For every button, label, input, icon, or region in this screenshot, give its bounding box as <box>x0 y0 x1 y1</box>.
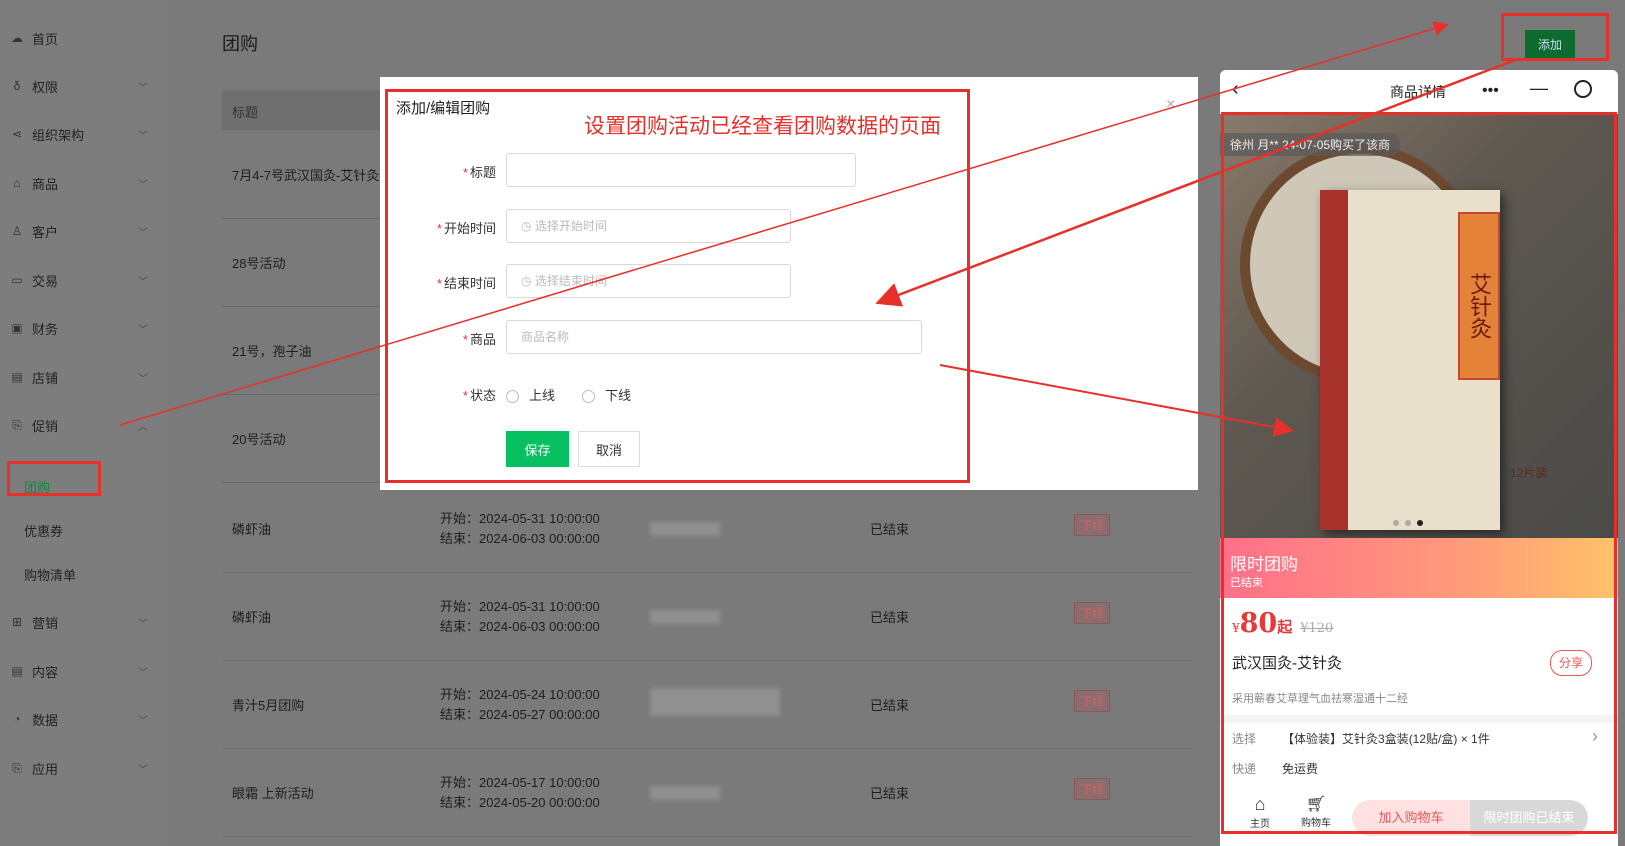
nav-app[interactable]: ⎘ 应用 ﹀ <box>10 758 148 778</box>
nav-content[interactable]: ▤ 内容 ﹀ <box>10 661 148 681</box>
close-icon[interactable]: × <box>1166 96 1175 114</box>
status-badge[interactable]: 下线 <box>1074 778 1110 800</box>
status-badge[interactable]: 下线 <box>1074 690 1110 712</box>
nav-product[interactable]: ⌂ 商品 ﹀ <box>10 173 148 193</box>
chevron-down-icon: ﹀ <box>138 130 148 142</box>
chevron-up-icon: ︿ <box>138 421 148 433</box>
app-icon: ⎘ <box>12 761 22 775</box>
nav-finance[interactable]: ▣ 财务 ﹀ <box>10 318 148 338</box>
folder-icon: ▭ <box>11 273 23 287</box>
phone-title: 商品详情 <box>1390 84 1446 100</box>
row-state: 已结束 <box>870 786 910 801</box>
sidebar: ☁ 首页 δ 权限 ﹀ ⋖ 组织架构 ﹀ ⌂ 商品 ﹀ ♙ 客户 ﹀ ▭ 交易 ﹀ ▣ 财务 ﹀ ▤ 店铺 ﹀… <box>0 0 168 846</box>
chevron-down-icon: ﹀ <box>138 373 148 385</box>
wallet-icon: ▣ <box>11 321 23 335</box>
clock-icon: ◷ <box>521 219 535 233</box>
product-input[interactable]: 商品名称 <box>506 320 922 354</box>
nav-org[interactable]: ⋖ 组织架构 ﹀ <box>10 124 148 144</box>
row-time: 开始：2024-05-31 10:00:00 结束：2024-06-03 00:0… <box>440 511 600 546</box>
mini-program-capsule[interactable]: ••• — <box>1482 78 1610 108</box>
chevron-down-icon: ﹀ <box>138 715 148 727</box>
nav-customer[interactable]: ♙ 客户 ﹀ <box>10 221 148 241</box>
back-icon[interactable]: ‹ <box>1232 78 1239 101</box>
chevron-down-icon: ﹀ <box>138 618 148 630</box>
row-state: 已结束 <box>870 522 910 537</box>
row-title: 磷虾油 <box>232 522 272 537</box>
row-title: 青汁5月团购 <box>232 698 305 713</box>
doc-icon: ▤ <box>11 664 23 678</box>
blurred-data <box>650 688 780 716</box>
title-label: * 标题 <box>462 165 496 180</box>
chevron-down-icon: ﹀ <box>138 667 148 679</box>
bag-icon: ⌂ <box>13 176 21 190</box>
cancel-button[interactable]: 取消 <box>578 431 640 467</box>
row-time: 开始：2024-05-31 10:00:00 结束：2024-06-03 00:0… <box>440 599 600 634</box>
chevron-down-icon: ﹀ <box>138 82 148 94</box>
row-state: 已结束 <box>870 610 910 625</box>
chevron-down-icon: ﹀ <box>138 227 148 239</box>
end-time-picker[interactable]: ◷ 选择结束时间 <box>506 264 791 298</box>
annotation-frame-phone <box>1221 112 1617 834</box>
row-title: 眼霜 上新活动 <box>232 786 314 801</box>
sub-coupon[interactable]: 优惠券 <box>24 521 63 540</box>
row-time: 开始：2024-05-24 10:00:00 结束：2024-05-27 00:0… <box>440 687 600 722</box>
store-icon: ▤ <box>11 370 23 384</box>
page-title: 团购 <box>222 34 258 54</box>
annotation-frame-groupbuy <box>7 461 101 496</box>
blurred-data <box>650 522 720 536</box>
start-time-label: * 开始时间 <box>436 221 496 236</box>
nav-promotion[interactable]: ⎘ 促销 ︿ <box>10 415 148 435</box>
blurred-data <box>650 610 720 624</box>
share-icon: ⋖ <box>11 127 23 141</box>
end-time-label: * 结束时间 <box>436 276 496 291</box>
blurred-data <box>650 786 720 800</box>
row-title: 7月4-7号武汉国灸-艾针灸 <box>232 168 380 183</box>
column-title-header: 标题 <box>232 105 259 120</box>
lock-icon: δ <box>13 79 21 93</box>
title-input[interactable] <box>506 153 856 187</box>
nav-store[interactable]: ▤ 店铺 ﹀ <box>10 367 148 387</box>
table-row[interactable]: 磷虾油 开始：2024-05-31 10:00:00 结束：2024-06-03 … <box>222 484 1192 573</box>
nav-permission[interactable]: δ 权限 ﹀ <box>10 76 148 96</box>
table-row[interactable]: 眼霜 上新活动 开始：2024-05-17 10:00:00 结束：2024-05… <box>222 748 1192 837</box>
product-label: * 商品 <box>462 332 496 347</box>
nav-marketing[interactable]: ⊞ 营销 ﹀ <box>10 612 148 632</box>
status-badge[interactable]: 下线 <box>1074 602 1110 624</box>
status-label: * 状态 <box>462 388 496 403</box>
sub-shopping-list[interactable]: 购物清单 <box>24 565 76 584</box>
cloud-icon: ☁ <box>11 31 23 45</box>
status-badge[interactable]: 下线 <box>1074 514 1110 536</box>
chevron-down-icon: ﹀ <box>138 324 148 336</box>
row-time: 开始：2024-05-17 10:00:00 结束：2024-05-20 00:0… <box>440 775 600 810</box>
user-icon: ♙ <box>11 224 23 238</box>
nav-home[interactable]: ☁ 首页 <box>10 28 58 48</box>
status-online-radio[interactable]: 上线 <box>506 385 555 404</box>
status-offline-radio[interactable]: 下线 <box>582 385 631 404</box>
row-state: 已结束 <box>870 698 910 713</box>
nav-data[interactable]: ◔ 数据 ﹀ <box>10 709 148 729</box>
nav-trade[interactable]: ▭ 交易 ﹀ <box>10 270 148 290</box>
more-icon[interactable]: ••• <box>1482 82 1499 100</box>
close-circle-icon[interactable] <box>1574 80 1592 98</box>
row-title: 20号活动 <box>232 432 286 447</box>
table-row[interactable]: 磷虾油 开始：2024-05-31 10:00:00 结束：2024-06-03 … <box>222 572 1192 661</box>
chevron-down-icon: ﹀ <box>138 276 148 288</box>
annotation-text: 设置团购活动已经查看团购数据的页面 <box>584 115 941 138</box>
row-title: 磷虾油 <box>232 610 272 625</box>
start-time-picker[interactable]: ◷ 选择开始时间 <box>506 209 791 243</box>
pie-icon: ◔ <box>13 712 21 726</box>
phone-header: ‹ 商品详情 ••• — <box>1220 70 1618 114</box>
gift-icon: ⎘ <box>12 418 22 432</box>
row-title: 28号活动 <box>232 256 286 271</box>
minimize-icon[interactable]: — <box>1530 78 1548 99</box>
annotation-frame-add <box>1501 13 1609 61</box>
grid-icon: ⊞ <box>11 615 23 629</box>
clock-icon: ◷ <box>521 274 535 288</box>
chevron-down-icon: ﹀ <box>138 764 148 776</box>
save-button[interactable]: 保存 <box>506 431 569 467</box>
row-title: 21号，孢子油 <box>232 344 312 359</box>
table-row[interactable]: 青汁5月团购 开始：2024-05-24 10:00:00 结束：2024-05-… <box>222 660 1192 749</box>
chevron-down-icon: ﹀ <box>138 179 148 191</box>
